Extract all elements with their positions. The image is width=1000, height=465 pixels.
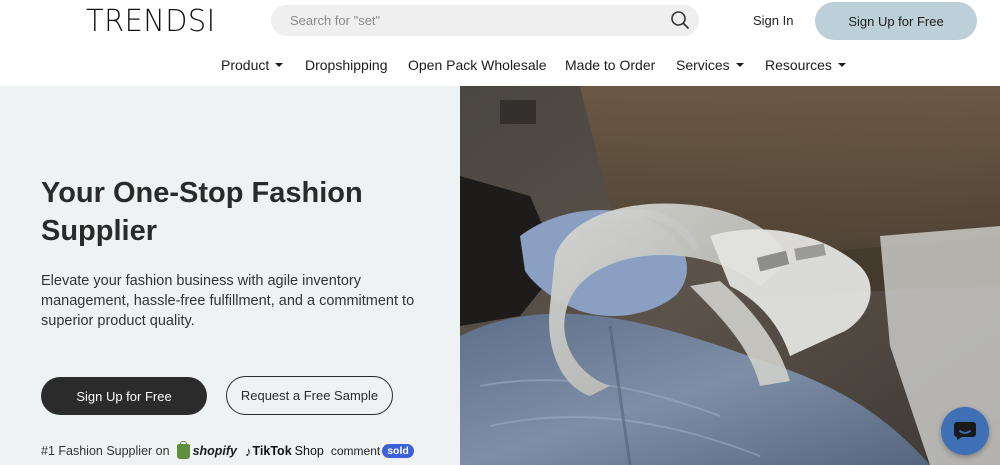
nav-item-label: Resources: [765, 57, 832, 73]
nav-item-product[interactable]: Product: [221, 57, 284, 73]
search-input[interactable]: [271, 5, 699, 36]
nav-item-label: Product: [221, 57, 270, 73]
main-nav: Product Dropshipping Open Pack Wholesale…: [0, 57, 1000, 77]
site-logo[interactable]: TRENDSI: [86, 4, 216, 39]
shopify-wordmark: shopify: [192, 444, 238, 458]
nav-item-resources[interactable]: Resources: [765, 57, 846, 73]
nav-item-label: Dropshipping: [305, 57, 388, 73]
chevron-down-icon: [837, 63, 846, 68]
tiktok-shop-logo: ♪ TikTok Shop: [245, 444, 324, 459]
chat-button[interactable]: [941, 407, 989, 455]
tiktok-shop-wordmark: Shop: [294, 444, 324, 458]
search-bar[interactable]: [271, 5, 699, 36]
chevron-down-icon: [735, 63, 744, 68]
nav-item-label: Services: [676, 57, 730, 73]
hero-subtitle: Elevate your fashion business with agile…: [41, 273, 415, 329]
chevron-down-icon: [275, 63, 284, 68]
hero-image: [460, 86, 1000, 465]
hero-sign-up-button[interactable]: Sign Up for Free: [41, 377, 207, 415]
nav-item-services[interactable]: Services: [676, 57, 744, 73]
nav-item-made-to-order[interactable]: Made to Order: [565, 57, 655, 73]
partners-label: #1 Fashion Supplier on: [41, 444, 170, 458]
search-icon[interactable]: [670, 10, 690, 30]
partner-strip: #1 Fashion Supplier on shopify ♪ TikTok …: [41, 440, 414, 461]
hero-title: Your One-Stop Fashion Supplier: [41, 177, 363, 247]
shopify-icon: [176, 440, 190, 459]
tiktok-wordmark: TikTok: [252, 444, 292, 458]
chat-icon: [954, 422, 976, 440]
commentsold-badge: sold: [382, 444, 414, 458]
shopify-logo: shopify: [176, 440, 238, 459]
nav-item-open-pack-wholesale[interactable]: Open Pack Wholesale: [408, 57, 547, 73]
nav-item-dropshipping[interactable]: Dropshipping: [305, 57, 388, 73]
sign-in-link[interactable]: Sign In: [753, 13, 793, 28]
nav-item-label: Made to Order: [565, 57, 656, 73]
hero-photo-illustration: [460, 86, 1000, 465]
commentsold-wordmark: comment: [330, 444, 381, 458]
sign-up-button[interactable]: Sign Up for Free: [815, 2, 977, 40]
request-sample-button[interactable]: Request a Free Sample: [226, 376, 393, 415]
nav-item-label: Open Pack Wholesale: [408, 57, 547, 73]
tiktok-icon: ♪: [245, 443, 252, 459]
